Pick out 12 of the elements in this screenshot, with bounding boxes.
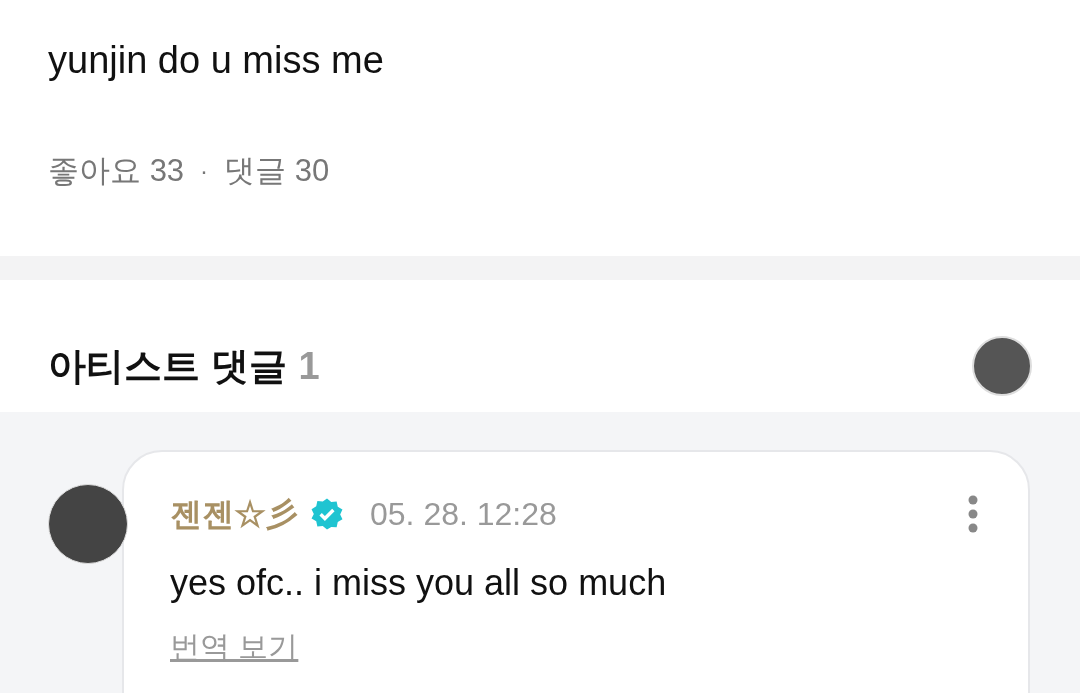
more-options-icon[interactable] <box>968 495 978 533</box>
separator-dot: · <box>199 156 210 187</box>
comments-count: 댓글 30 <box>224 152 330 190</box>
section-title: 아티스트 댓글 <box>48 343 287 389</box>
artist-avatar[interactable] <box>972 336 1032 396</box>
comment-text: yes ofc.. i miss you all so much <box>170 561 668 605</box>
comment-time: 05. 28. 12:28 <box>370 495 557 534</box>
translate-link[interactable]: 번역 보기 <box>170 630 299 663</box>
section-count: 1 <box>298 343 320 389</box>
likes-count: 좋아요 33 <box>48 152 185 190</box>
post-text: yunjin do u miss me <box>48 38 385 83</box>
author-name[interactable]: 젠젠☆彡 <box>170 490 298 538</box>
